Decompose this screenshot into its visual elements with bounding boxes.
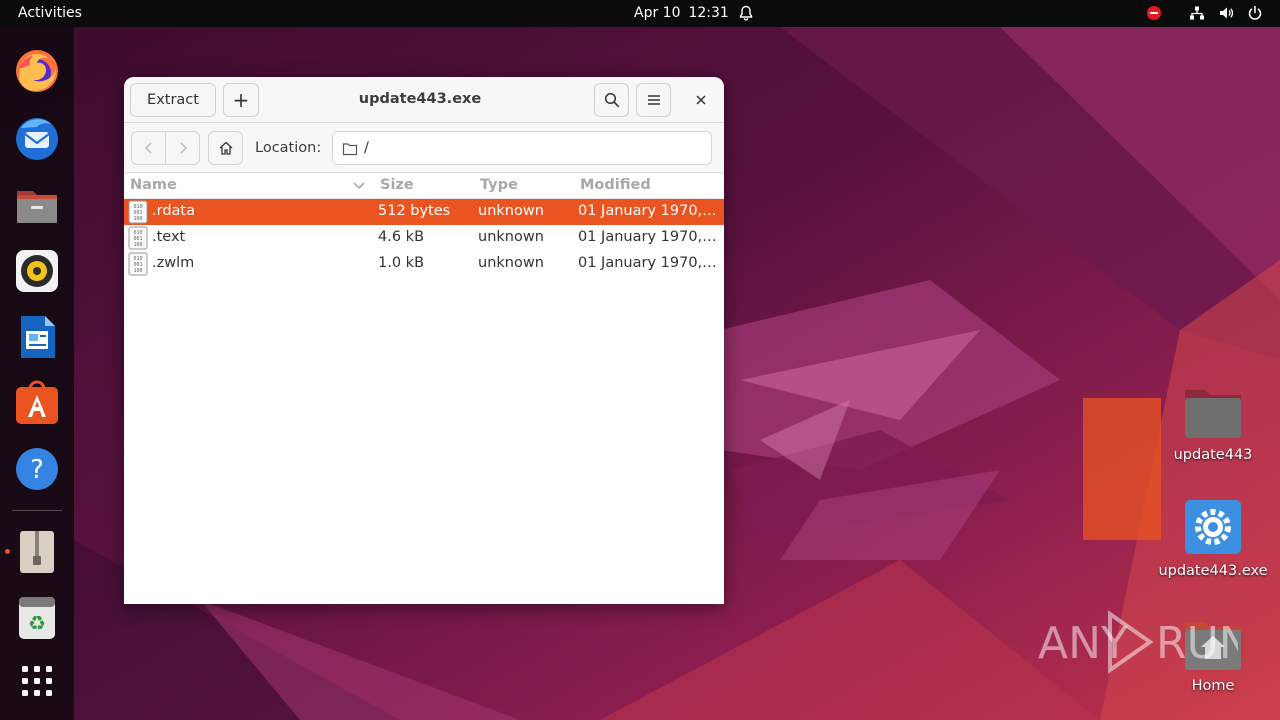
help-icon[interactable]: ? (13, 445, 61, 493)
chevron-left-icon (144, 142, 151, 154)
location-bar: Location: / (124, 123, 724, 173)
folder-icon (342, 143, 358, 156)
watermark-text: ANY RUN (1038, 618, 1238, 669)
file-size: 512 bytes (378, 203, 451, 219)
clock-time: 12:31 (688, 5, 729, 21)
window-title: update443.exe (358, 91, 482, 107)
search-icon (604, 92, 619, 108)
power-icon[interactable] (1247, 5, 1263, 21)
binary-file-icon: 010 001 100 (128, 200, 148, 224)
firefox-icon[interactable] (13, 47, 61, 95)
folder-icon[interactable] (1183, 384, 1243, 440)
location-field[interactable]: / (332, 131, 712, 165)
table-row[interactable]: 010 001 100 .rdata 512 bytes unknown 01 … (124, 199, 724, 225)
back-button[interactable] (131, 131, 166, 165)
clock-date: Apr 10 (634, 5, 681, 21)
selection-rectangle (1083, 398, 1161, 540)
show-apps-icon[interactable] (13, 657, 61, 705)
location-path: / (364, 140, 369, 156)
file-name: .rdata (152, 203, 195, 219)
volume-icon[interactable] (1218, 5, 1234, 21)
svg-text:100: 100 (133, 242, 142, 248)
files-icon[interactable] (13, 181, 61, 229)
thunderbird-icon[interactable] (13, 114, 61, 162)
do-not-disturb-icon[interactable] (1146, 5, 1162, 21)
archive-manager-icon[interactable] (13, 528, 61, 576)
libreoffice-writer-icon[interactable] (13, 313, 61, 361)
home-icon (219, 141, 232, 155)
hamburger-menu-icon (647, 95, 660, 105)
close-icon (696, 95, 706, 105)
clock[interactable]: Apr 10 12:31 (634, 5, 729, 21)
app-center-icon[interactable] (13, 379, 61, 427)
svg-text:100: 100 (133, 268, 142, 274)
desktop-icon-label[interactable]: update443.exe (1153, 563, 1273, 579)
anyrun-logo-icon: ANY RUN (1038, 610, 1252, 674)
archive-manager-window: Extract + update443.exe Location: / Name… (124, 77, 724, 604)
file-modified: 01 January 1970,… (578, 255, 717, 271)
file-type: unknown (478, 203, 544, 219)
location-label: Location: (255, 140, 322, 156)
column-name[interactable]: Name (130, 177, 177, 193)
table-row[interactable]: 010 001 100 .zwlm 1.0 kB unknown 01 Janu… (124, 251, 724, 277)
binary-file-icon: 010 001 100 (128, 252, 148, 276)
column-modified[interactable]: Modified (580, 177, 651, 193)
activities-button[interactable]: Activities (18, 5, 82, 21)
column-type[interactable]: Type (480, 177, 518, 193)
svg-text:?: ? (30, 455, 44, 485)
watermark-logo: ANY RUN (1038, 610, 1252, 674)
column-header: Name Size Type Modified (124, 173, 724, 199)
add-files-button[interactable]: + (223, 83, 259, 117)
rhythmbox-icon[interactable] (13, 247, 61, 295)
close-button[interactable] (689, 88, 713, 112)
extract-button[interactable]: Extract (130, 83, 216, 117)
trash-icon[interactable]: ♻ (13, 594, 61, 642)
dock-separator (12, 510, 62, 511)
network-icon[interactable] (1189, 5, 1205, 21)
file-size: 1.0 kB (378, 255, 425, 271)
home-button[interactable] (208, 131, 243, 165)
desktop-icon-label[interactable]: Home (1163, 678, 1263, 694)
file-type: unknown (478, 255, 544, 271)
binary-file-icon: 010 001 100 (128, 226, 148, 250)
desktop-icon-label[interactable]: update443 (1163, 447, 1263, 463)
top-bar: Activities Apr 10 12:31 (0, 0, 1280, 27)
file-name: .text (152, 229, 186, 245)
file-size: 4.6 kB (378, 229, 425, 245)
main-menu-button[interactable] (636, 83, 671, 117)
header-bar: Extract + update443.exe (124, 77, 724, 123)
svg-text:100: 100 (133, 216, 142, 222)
search-button[interactable] (594, 83, 629, 117)
running-indicator (5, 549, 10, 554)
dock: ? ♻ (0, 27, 74, 720)
column-size[interactable]: Size (380, 177, 414, 193)
table-row[interactable]: 010 001 100 .text 4.6 kB unknown 01 Janu… (124, 225, 724, 251)
forward-button[interactable] (165, 131, 200, 165)
chevron-right-icon (180, 142, 187, 154)
svg-text:♻: ♻ (28, 611, 46, 635)
executable-gear-icon[interactable] (1183, 498, 1243, 556)
chevron-down-icon[interactable] (353, 181, 365, 191)
file-modified: 01 January 1970,… (578, 229, 717, 245)
notification-bell-icon[interactable] (738, 5, 754, 21)
file-type: unknown (478, 229, 544, 245)
file-name: .zwlm (152, 255, 195, 271)
file-modified: 01 January 1970,… (578, 203, 717, 219)
